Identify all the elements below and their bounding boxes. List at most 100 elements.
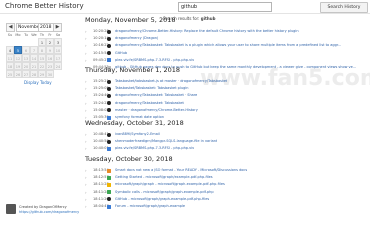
calendar-day[interactable]: 13 [22, 54, 30, 62]
display-today-link[interactable]: Display Today [24, 80, 52, 85]
site-favicon-icon [107, 86, 111, 91]
calendar-day[interactable]: 15 [38, 54, 46, 62]
calendar-day[interactable]: 7 [30, 46, 38, 54]
top-bar: Chrome Better History github Search Hist… [0, 0, 370, 14]
history-link[interactable]: Forum - microsoft/graph/graph-example [115, 203, 185, 210]
calendar-day[interactable]: 17 [54, 54, 62, 62]
calendar-day[interactable]: 20 [22, 62, 30, 70]
weekday-label: Su [7, 33, 13, 37]
expand-arrow-icon[interactable]: › [85, 196, 87, 203]
search-history-button[interactable]: Search History [320, 2, 368, 13]
calendar-day[interactable]: 14 [30, 54, 38, 62]
history-link[interactable]: shenmoderfraedigrn/Mangpr-SQLS-language-… [115, 138, 217, 145]
calendar-day[interactable]: 11 [6, 54, 14, 62]
history-link[interactable]: dragonofmercy/Tabsbasket: Tabsbasket [115, 100, 184, 107]
calendar-day[interactable]: 2 [46, 38, 54, 46]
expand-arrow-icon[interactable]: › [85, 92, 87, 99]
expand-arrow-icon[interactable]: › [85, 85, 87, 92]
site-favicon-icon [107, 58, 111, 63]
expand-arrow-icon[interactable]: › [85, 138, 87, 145]
next-month-button[interactable]: ▶ [53, 23, 62, 32]
calendar-day[interactable]: 23 [46, 62, 54, 70]
history-link[interactable]: GitHub - microsoft/graph/graph-example-p… [115, 196, 209, 203]
history-item: › 18:11:20 GitHub - microsoft/graph/graph-… [85, 196, 369, 203]
calendar-day [30, 38, 38, 46]
history-link[interactable]: plex.viv.fe/SRBMS-php-7.3-RFSI - php-php… [115, 145, 194, 152]
month-select[interactable]: November [16, 23, 41, 32]
site-favicon-icon [107, 182, 111, 187]
calendar-day-selected[interactable]: 5 [14, 46, 22, 54]
calendar-day[interactable]: 9 [46, 46, 54, 54]
expand-arrow-icon[interactable]: › [85, 107, 87, 114]
expand-arrow-icon[interactable]: › [85, 181, 87, 188]
weekday-label: Th [39, 33, 45, 37]
calendar-day[interactable]: 26 [14, 70, 22, 78]
expand-arrow-icon[interactable]: › [85, 35, 87, 42]
expand-arrow-icon[interactable]: › [85, 174, 87, 181]
site-favicon-icon [107, 79, 111, 84]
calendar-day [6, 38, 14, 46]
footer-link[interactable]: https://github.com/dragonofmercy [19, 210, 79, 214]
site-favicon-icon [107, 168, 111, 173]
expand-arrow-icon[interactable]: › [85, 131, 87, 138]
expand-arrow-icon[interactable]: › [85, 145, 87, 152]
expand-arrow-icon[interactable]: › [85, 57, 87, 64]
author-logo-icon [6, 204, 16, 214]
calendar-day[interactable]: 25 [6, 70, 14, 78]
footer-credit: Created by DragonOfMercy [19, 205, 67, 209]
weekday-label: We [31, 33, 37, 37]
history-link[interactable]: microsoft/graph/graph - microsoft/graph-… [115, 181, 225, 188]
history-item: › 18:12:57 Getting Started - microsoft/gra… [85, 174, 369, 181]
weekday-label: Sa [55, 33, 61, 37]
expand-arrow-icon[interactable]: › [85, 42, 87, 49]
history-link[interactable]: ivan889l/Symfony2-Email [115, 131, 160, 138]
calendar-day[interactable]: 28 [30, 70, 38, 78]
history-item: › 15:25:05 Tabsbasket/Tabsbasket: Tabsbask… [85, 85, 369, 92]
history-link[interactable]: dragonofmercy/Chrome-Better-History: Rep… [115, 28, 299, 35]
history-link[interactable]: Smart docs not new a JSO format - Your R… [115, 167, 247, 174]
calendar-day[interactable]: 19 [14, 62, 22, 70]
calendar-day[interactable]: 16 [46, 54, 54, 62]
calendar-day[interactable]: 24 [54, 62, 62, 70]
history-link[interactable]: dragonofmercy/Tabsbasket: Tabsbasket · S… [115, 92, 197, 99]
history-link[interactable]: Tabsbasket/tabsbasket-js at master · dra… [115, 78, 227, 85]
search-input[interactable]: github [178, 2, 272, 12]
calendar-days: 1 2 3 4 5 6 7 8 9 10 11 12 13 14 15 16 17 18 19 20 21 22 23 24 2… [6, 38, 62, 78]
history-link[interactable]: plex.viv.fe/SRBMS-php-7.3-RFSI - php-php… [115, 57, 194, 64]
expand-arrow-icon[interactable]: › [85, 78, 87, 85]
site-favicon-icon [107, 36, 111, 41]
calendar: ◀ November 2018 ▶ Su Mo Tu We Th Fr Sa 1234567… [6, 22, 62, 78]
calendar-day[interactable]: 22 [38, 62, 46, 70]
history-link[interactable]: Symbolic calls - microsoft/graph/graph-e… [115, 189, 214, 196]
expand-arrow-icon[interactable]: › [85, 28, 87, 35]
day-heading: Tuesday, October 30, 2018 [85, 155, 173, 163]
calendar-day[interactable]: 6 [22, 46, 30, 54]
calendar-day[interactable]: 30 [46, 70, 54, 78]
expand-arrow-icon[interactable]: › [85, 50, 87, 57]
calendar-day[interactable]: 29 [38, 70, 46, 78]
history-link[interactable]: GitHub [115, 50, 127, 57]
expand-arrow-icon[interactable]: › [85, 203, 87, 210]
history-item: › 18:13:54 Smart docs not new a JSO format… [85, 167, 369, 174]
expand-arrow-icon[interactable]: › [85, 167, 87, 174]
expand-arrow-icon[interactable]: › [85, 100, 87, 107]
previous-month-button[interactable]: ◀ [6, 23, 15, 32]
calendar-day[interactable]: 18 [6, 62, 14, 70]
calendar-day[interactable]: 21 [30, 62, 38, 70]
site-favicon-icon [107, 101, 111, 106]
calendar-day[interactable]: 10 [54, 46, 62, 54]
history-link[interactable]: master · dragonofmercy/Chrome-Better-His… [115, 107, 198, 114]
calendar-day[interactable]: 8 [38, 46, 46, 54]
history-link[interactable]: dragonofmercy (Dragon) [115, 35, 158, 42]
history-item: › 10:16:22 dragonofmercy/Tabsbasket: Tabsb… [85, 42, 369, 49]
calendar-day[interactable]: 27 [22, 70, 30, 78]
site-favicon-icon [107, 43, 111, 48]
expand-arrow-icon[interactable]: › [85, 189, 87, 196]
calendar-day[interactable]: 12 [14, 54, 22, 62]
calendar-day[interactable]: 1 [38, 38, 46, 46]
history-link[interactable]: Getting Started - microsoft/graph/exampl… [115, 174, 213, 181]
history-link[interactable]: Tabsbasket/Tabsbasket: Tabsbasket plugin [115, 85, 189, 92]
calendar-day[interactable]: 3 [54, 38, 62, 46]
history-link[interactable]: dragonofmercy/Tabsbasket: Tabsbasket is … [115, 42, 341, 49]
calendar-day[interactable]: 4 [6, 46, 14, 54]
